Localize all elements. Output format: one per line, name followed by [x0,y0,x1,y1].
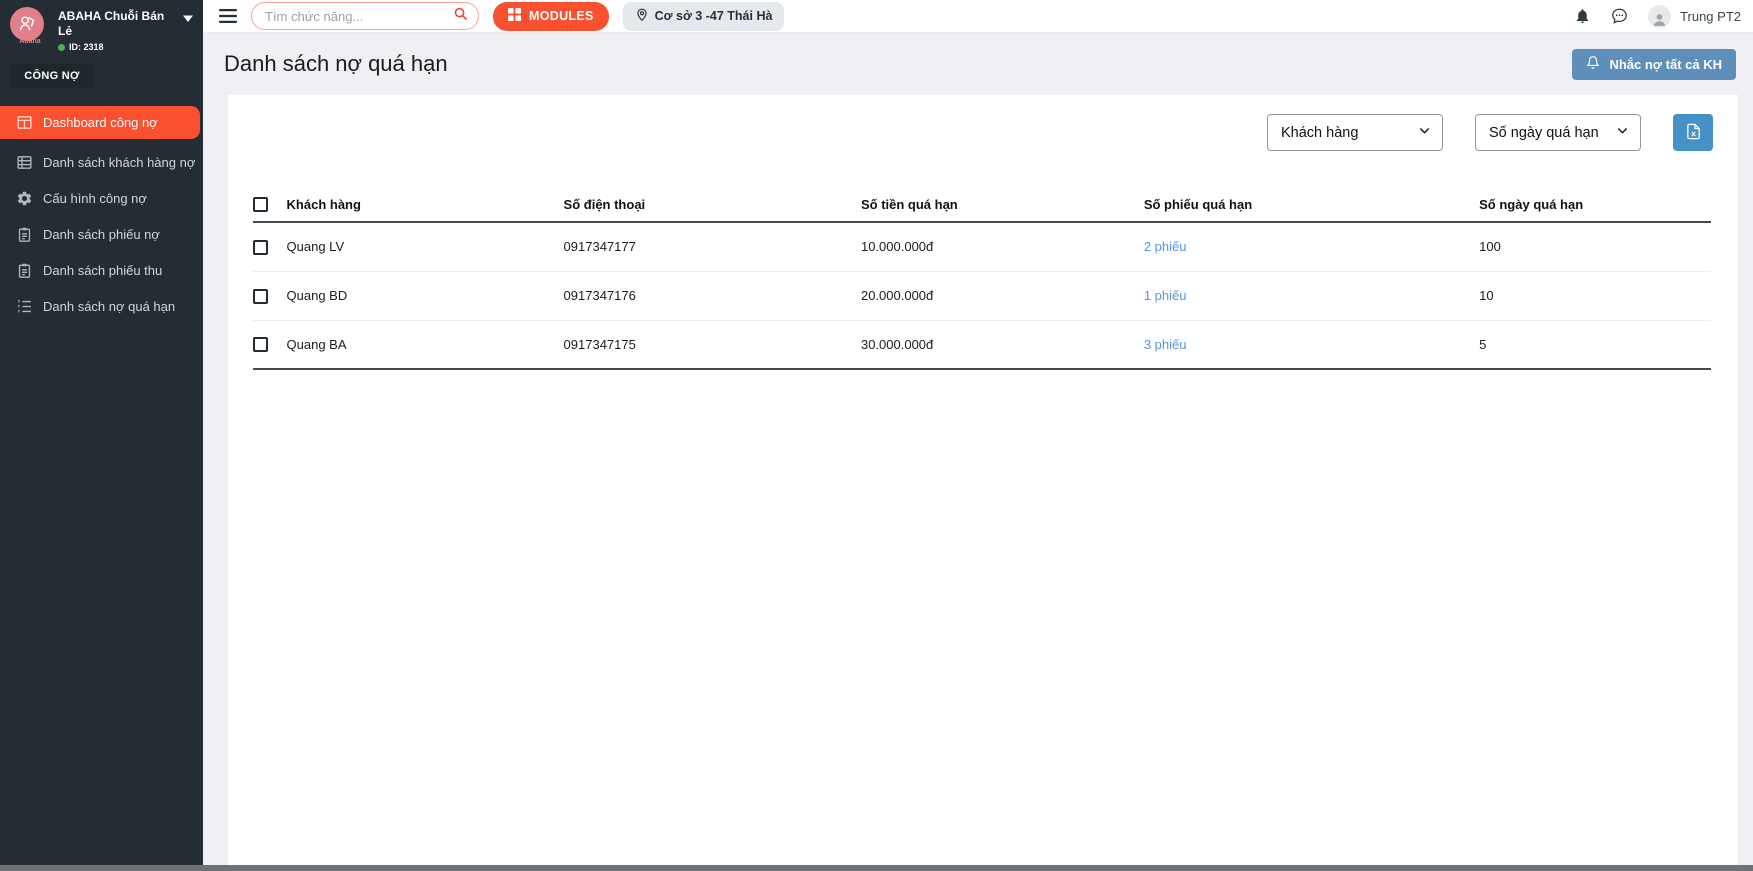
column-header-days: Số ngày quá hạn [1479,196,1711,222]
remind-all-label: Nhắc nợ tất cả KH [1609,57,1722,72]
brand-logo: Abaha [10,7,50,52]
cell-amount: 30.000.000đ [861,320,1144,369]
hamburger-menu-icon[interactable] [219,9,237,23]
cell-customer: Quang LV [287,222,564,271]
customer-list-icon [16,154,33,171]
sidebar-item-label: Danh sách phiếu thu [43,263,162,278]
customer-filter-value: Khách hàng [1281,125,1358,141]
receipts-link[interactable]: 3 phiếu [1144,320,1479,369]
cell-days: 5 [1479,320,1711,369]
branch-label: Cơ sở 3 -47 Thái Hà [655,9,773,23]
sidebar-item-debt-receipts[interactable]: Danh sách phiếu nợ [0,219,203,249]
row-checkbox[interactable] [253,289,268,304]
dashboard-icon [16,114,33,131]
brand-id: ID: 2318 [69,42,104,52]
column-header-customer: Khách hàng [287,196,564,222]
brand-block[interactable]: Abaha ABAHA Chuỗi Bán Lẻ ID: 2318 [0,0,203,56]
page-header: Danh sách nợ quá hạn Nhắc nợ tất cả KH [203,33,1753,95]
user-name: Trung PT2 [1680,9,1741,24]
search-icon[interactable] [453,6,468,26]
page-title: Danh sách nợ quá hạn [224,51,448,77]
row-checkbox[interactable] [253,240,268,255]
clipboard-icon [16,226,33,243]
overdue-days-filter-value: Số ngày quá hạn [1489,125,1599,141]
chevron-down-icon [1615,123,1630,142]
chevron-down-icon [1417,123,1432,142]
cell-amount: 20.000.000đ [861,271,1144,320]
brand-name: ABAHA Chuỗi Bán Lẻ [58,9,176,39]
chevron-down-icon[interactable] [182,10,194,28]
table-row: Quang BA091734717530.000.000đ3 phiếu5 [253,320,1711,369]
table-row: Quang LV091734717710.000.000đ2 phiếu100 [253,222,1711,271]
sidebar-item-label: Danh sách phiếu nợ [43,227,160,242]
customer-filter-select[interactable]: Khách hàng [1267,114,1443,151]
debt-table-body: Quang LV091734717710.000.000đ2 phiếu100Q… [253,222,1711,369]
row-checkbox[interactable] [253,337,268,352]
sidebar: Abaha ABAHA Chuỗi Bán Lẻ ID: 2318 CÔNG N… [0,0,203,865]
cell-days: 10 [1479,271,1711,320]
branch-selector[interactable]: Cơ sở 3 -47 Thái Hà [623,2,785,31]
sidebar-item-label: Dashboard công nợ [43,115,158,130]
sidebar-item-customer-debts[interactable]: Danh sách khách hàng nợ [0,147,203,177]
avatar [1648,5,1671,28]
overdue-debt-table: Khách hàng Số điện thoại Số tiền quá hạn… [253,196,1711,370]
column-header-receipts: Số phiếu quá hạn [1144,196,1479,222]
gear-icon [16,190,33,207]
modules-button[interactable]: MODULES [493,2,609,31]
logo-caption: Abaha [10,38,50,45]
abaha-logo-icon [10,7,44,41]
location-pin-icon [635,7,649,26]
clipboard-icon [16,262,33,279]
topbar: MODULES Cơ sở 3 -47 Thái Hà [203,0,1753,33]
online-status-dot [58,44,65,51]
cell-amount: 10.000.000đ [861,222,1144,271]
module-section-label: CÔNG NỢ [9,64,95,88]
sidebar-item-label: Danh sách khách hàng nợ [43,155,195,170]
table-header-row: Khách hàng Số điện thoại Số tiền quá hạn… [253,196,1711,222]
sidebar-item-overdue-debts[interactable]: Danh sách nợ quá hạn [0,291,203,321]
sidebar-item-label: Cấu hình công nợ [43,191,147,206]
modules-label: MODULES [529,9,594,23]
cell-days: 100 [1479,222,1711,271]
cell-phone: 0917347176 [564,271,861,320]
ordered-list-icon [16,298,33,315]
export-excel-button[interactable] [1673,114,1713,151]
grid-icon [508,8,521,24]
chat-icon[interactable] [1610,7,1629,25]
sidebar-nav: Dashboard công nợ Danh sách khách hàng n… [0,104,203,322]
content-card: Khách hàng Số ngày quá hạn [228,95,1738,865]
select-all-checkbox[interactable] [253,197,268,212]
sidebar-item-debt-config[interactable]: Cấu hình công nợ [0,183,203,213]
remind-all-customers-button[interactable]: Nhắc nợ tất cả KH [1572,49,1736,80]
receipts-link[interactable]: 2 phiếu [1144,222,1479,271]
overdue-days-filter-select[interactable]: Số ngày quá hạn [1475,114,1641,151]
notification-bell-icon[interactable] [1574,7,1591,25]
sidebar-item-dashboard[interactable]: Dashboard công nợ [0,106,200,139]
excel-file-icon [1685,122,1702,144]
cell-customer: Quang BA [287,320,564,369]
cell-phone: 0917347175 [564,320,861,369]
search-input[interactable] [265,9,453,24]
bottom-bar [0,865,1753,871]
app-window: Abaha ABAHA Chuỗi Bán Lẻ ID: 2318 CÔNG N… [0,0,1753,865]
receipts-link[interactable]: 1 phiếu [1144,271,1479,320]
sidebar-item-collection-receipts[interactable]: Danh sách phiếu thu [0,255,203,285]
user-menu[interactable]: Trung PT2 [1648,5,1741,28]
column-header-amount: Số tiền quá hạn [861,196,1144,222]
main-area: MODULES Cơ sở 3 -47 Thái Hà [203,0,1753,865]
cell-customer: Quang BD [287,271,564,320]
sidebar-item-label: Danh sách nợ quá hạn [43,299,175,314]
function-search [251,2,479,30]
cell-phone: 0917347177 [564,222,861,271]
filter-row: Khách hàng Số ngày quá hạn [228,95,1738,151]
column-header-phone: Số điện thoại [564,196,861,222]
table-row: Quang BD091734717620.000.000đ1 phiếu10 [253,271,1711,320]
bell-outline-icon [1586,55,1600,73]
